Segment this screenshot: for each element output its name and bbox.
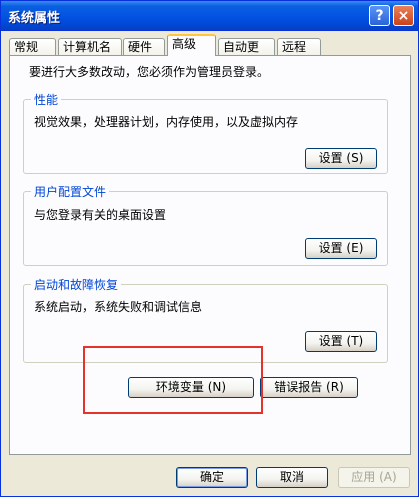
tab-hardware[interactable]: 硬件 — [123, 38, 165, 55]
tab-automatic-updates[interactable]: 自动更新 — [218, 38, 275, 69]
tab-computer-name[interactable]: 计算机名 — [58, 38, 122, 55]
tab-advanced[interactable]: 高级 — [167, 34, 216, 56]
tab-general[interactable]: 常规 — [9, 38, 56, 55]
window-title: 系统属性 — [8, 11, 61, 26]
system-properties-window: 系统属性 ? × 常规 计算机名 硬件 高级 自动更新 远程 要进行大多数改动，… — [0, 0, 419, 497]
ok-button[interactable]: 确定 — [176, 467, 248, 488]
startup-recovery-group-title: 启动和故障恢复 — [31, 276, 122, 293]
performance-description: 视觉效果，处理器计划，内存使用，以及虚拟内存 — [34, 115, 299, 129]
user-profiles-group-title: 用户配置文件 — [31, 183, 110, 200]
startup-recovery-description: 系统启动，系统失败和调试信息 — [34, 300, 203, 314]
admin-notice: 要进行大多数改动，您必须作为管理员登录。 — [29, 65, 270, 79]
highlight-annotation — [83, 346, 263, 414]
close-button[interactable]: × — [393, 5, 414, 26]
startup-recovery-settings-button[interactable]: 设置 (T) — [305, 331, 377, 352]
error-reporting-button[interactable]: 错误报告 (R) — [260, 377, 358, 398]
help-button[interactable]: ? — [369, 5, 390, 26]
performance-group-title: 性能 — [31, 91, 62, 108]
performance-settings-button[interactable]: 设置 (S) — [305, 148, 377, 169]
user-profiles-description: 与您登录有关的桌面设置 — [34, 208, 167, 222]
tab-remote[interactable]: 远程 — [277, 38, 321, 55]
cancel-button[interactable]: 取消 — [256, 467, 328, 488]
user-profiles-settings-button[interactable]: 设置 (E) — [305, 238, 377, 259]
apply-button[interactable]: 应用 (A) — [338, 467, 410, 488]
title-bar[interactable]: 系统属性 ? × — [1, 1, 418, 31]
